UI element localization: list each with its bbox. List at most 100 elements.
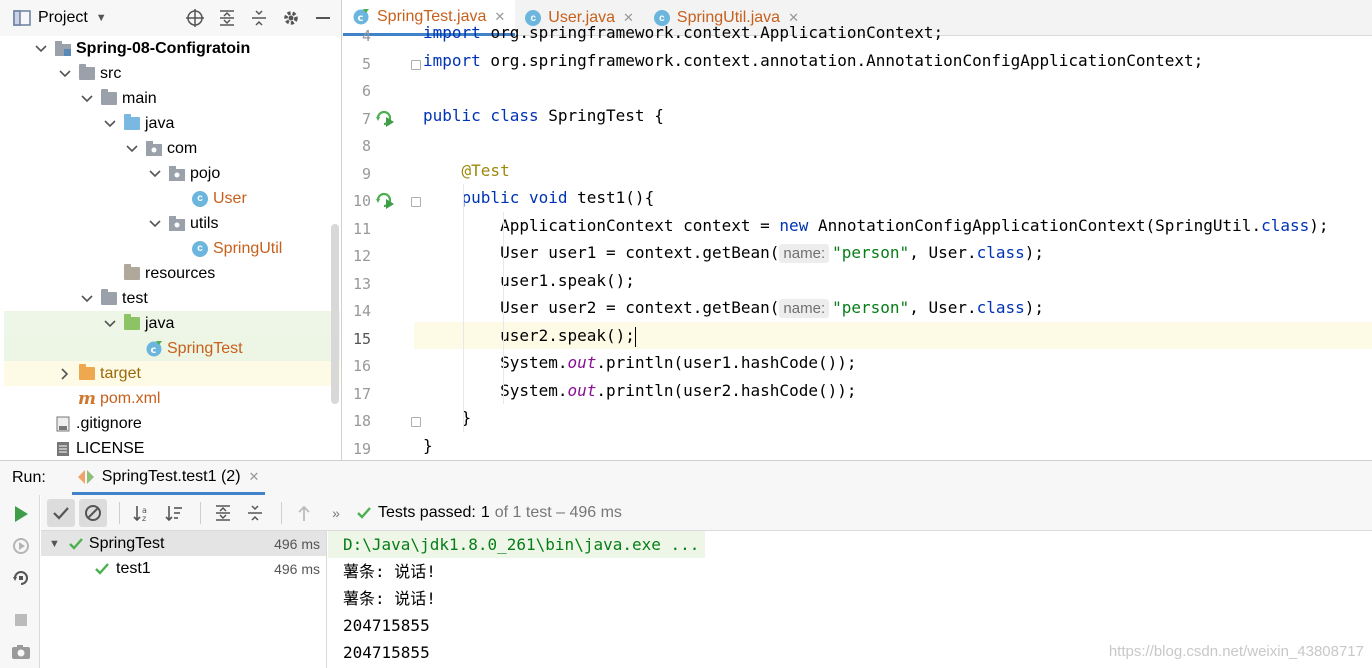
project-scrollbar[interactable] bbox=[331, 224, 339, 404]
test-case-name: test1 bbox=[116, 559, 151, 577]
tree-item-utils[interactable]: utils bbox=[4, 211, 340, 236]
tree-item-java[interactable]: java bbox=[4, 111, 340, 136]
line-number: 12 bbox=[352, 247, 371, 265]
tree-item-src[interactable]: src bbox=[4, 61, 340, 86]
maven-icon: m bbox=[78, 388, 96, 409]
chevron-down-icon[interactable] bbox=[125, 144, 139, 153]
minimize-icon[interactable] bbox=[313, 8, 333, 28]
tree-item-spring-08-configratoin[interactable]: Spring-08-Configratoin bbox=[4, 36, 340, 61]
run-panel: Run: SpringTest.test1 (2) ✕ a z » Tests … bbox=[0, 460, 1372, 668]
tree-item-springtest[interactable]: c SpringTest bbox=[4, 336, 340, 361]
project-view-icon bbox=[12, 8, 32, 28]
chevron-down-icon[interactable] bbox=[148, 219, 162, 228]
chevron-down-icon[interactable] bbox=[148, 169, 162, 178]
tree-item-java[interactable]: java bbox=[4, 311, 340, 336]
toolbar-divider bbox=[281, 501, 282, 524]
show-passed-button[interactable] bbox=[47, 498, 75, 527]
tree-item-springutil[interactable]: c SpringUtil bbox=[4, 236, 340, 261]
checkmark-icon bbox=[53, 506, 69, 520]
tree-item-gitignore[interactable]: .gitignore bbox=[4, 411, 340, 436]
line-number: 15 bbox=[352, 329, 371, 348]
chevron-down-icon[interactable] bbox=[58, 69, 72, 78]
tree-item-com[interactable]: com bbox=[4, 136, 340, 161]
line-number: 8 bbox=[361, 137, 371, 155]
chevron-down-icon[interactable] bbox=[103, 119, 117, 128]
status-passed-label: Tests passed: bbox=[378, 503, 476, 521]
sort-duration-button[interactable] bbox=[160, 499, 188, 527]
rerun-icon[interactable] bbox=[10, 503, 32, 525]
chevron-down-icon[interactable]: ▼ bbox=[49, 538, 60, 550]
code-area[interactable]: import org.springframework.context.Appli… bbox=[414, 23, 1372, 460]
line-number: 4 bbox=[361, 27, 371, 45]
tree-item-main[interactable]: main bbox=[4, 86, 340, 111]
folder-blue-icon bbox=[123, 114, 141, 132]
console-line: 薯条: 说话! bbox=[343, 562, 436, 581]
folder-orange-icon bbox=[78, 364, 96, 382]
svg-text:z: z bbox=[142, 514, 146, 522]
project-title[interactable]: Project bbox=[38, 9, 88, 27]
chevron-down-icon[interactable]: ▼ bbox=[96, 12, 107, 24]
previous-failed-button[interactable] bbox=[290, 499, 318, 527]
locate-icon[interactable] bbox=[185, 8, 205, 28]
close-icon[interactable]: ✕ bbox=[249, 469, 260, 485]
file-lines-icon bbox=[54, 441, 72, 457]
tree-item-pom-xml[interactable]: m pom.xml bbox=[4, 386, 340, 411]
line-number: 9 bbox=[361, 164, 371, 183]
test-case-time: 496 ms bbox=[274, 560, 320, 577]
tree-item-label: User bbox=[213, 189, 247, 207]
package-icon bbox=[168, 166, 186, 182]
code-line-14: User user2 = context.getBean(name: "perso… bbox=[423, 298, 1045, 318]
tree-item-resources[interactable]: resources bbox=[4, 261, 340, 286]
expand-all-tests-button[interactable] bbox=[209, 499, 237, 527]
tree-item-label: target bbox=[100, 364, 141, 382]
sort-duration-icon bbox=[165, 505, 182, 521]
chevron-down-icon[interactable] bbox=[103, 319, 117, 328]
project-toolbar bbox=[185, 0, 333, 36]
run-test-gutter-icon[interactable] bbox=[375, 191, 397, 211]
toggle-auto-test-icon[interactable] bbox=[10, 567, 32, 589]
passed-check-icon bbox=[95, 562, 109, 575]
test-suite-row[interactable]: ▼ SpringTest 496 ms bbox=[41, 531, 326, 556]
chevron-down-icon[interactable] bbox=[80, 294, 94, 303]
class-icon: c bbox=[191, 240, 209, 257]
run-config-icon bbox=[77, 469, 94, 484]
chevron-down-icon[interactable] bbox=[80, 94, 94, 103]
chevron-down-icon[interactable] bbox=[34, 44, 48, 53]
param-hint: name: bbox=[779, 299, 830, 318]
test-status: Tests passed: 1 of 1 test – 496 ms bbox=[356, 504, 622, 522]
ignored-icon bbox=[85, 504, 101, 521]
code-line-17: System.out.println(user2.hashCode()); bbox=[423, 381, 857, 400]
tree-item-user[interactable]: c User bbox=[4, 186, 340, 211]
more-button[interactable]: » bbox=[322, 499, 350, 527]
run-label: Run: bbox=[12, 469, 46, 486]
test-suite-name: SpringTest bbox=[88, 534, 165, 552]
folder-res-icon bbox=[123, 264, 141, 282]
tree-item-pojo[interactable]: pojo bbox=[4, 161, 340, 186]
collapse-all-icon[interactable] bbox=[249, 8, 269, 28]
run-tab[interactable]: SpringTest.test1 (2) ✕ bbox=[71, 461, 266, 495]
collapse-all-tests-button[interactable] bbox=[241, 499, 269, 527]
tree-item-license[interactable]: LICENSE bbox=[4, 436, 340, 460]
chevron-right-icon[interactable] bbox=[58, 367, 72, 380]
show-ignored-button[interactable] bbox=[79, 498, 107, 527]
package-icon bbox=[145, 141, 163, 157]
expand-all-icon[interactable] bbox=[217, 8, 237, 28]
sort-alpha-button[interactable]: az bbox=[128, 499, 156, 527]
stop-icon[interactable] bbox=[10, 609, 32, 631]
gear-icon[interactable] bbox=[281, 8, 301, 28]
test-case-row[interactable]: test1 496 ms bbox=[41, 556, 326, 581]
rerun-failed-icon[interactable] bbox=[10, 535, 32, 557]
run-toolbar: az » Tests passed: 1 of 1 test – 496 ms bbox=[41, 495, 1372, 531]
tree-item-label: utils bbox=[190, 214, 219, 232]
camera-icon[interactable] bbox=[10, 641, 32, 663]
tree-item-target[interactable]: target bbox=[4, 361, 340, 386]
console-line: 204715855 bbox=[343, 616, 430, 635]
run-test-gutter-icon[interactable] bbox=[375, 109, 397, 129]
class-icon: c bbox=[191, 190, 209, 207]
line-number: 13 bbox=[352, 274, 371, 293]
folder-grey-icon bbox=[100, 289, 118, 307]
tree-item-label: main bbox=[122, 89, 157, 107]
code-line-16: System.out.println(user1.hashCode()); bbox=[423, 353, 857, 372]
file-icon bbox=[54, 416, 72, 432]
tree-item-test[interactable]: test bbox=[4, 286, 340, 311]
